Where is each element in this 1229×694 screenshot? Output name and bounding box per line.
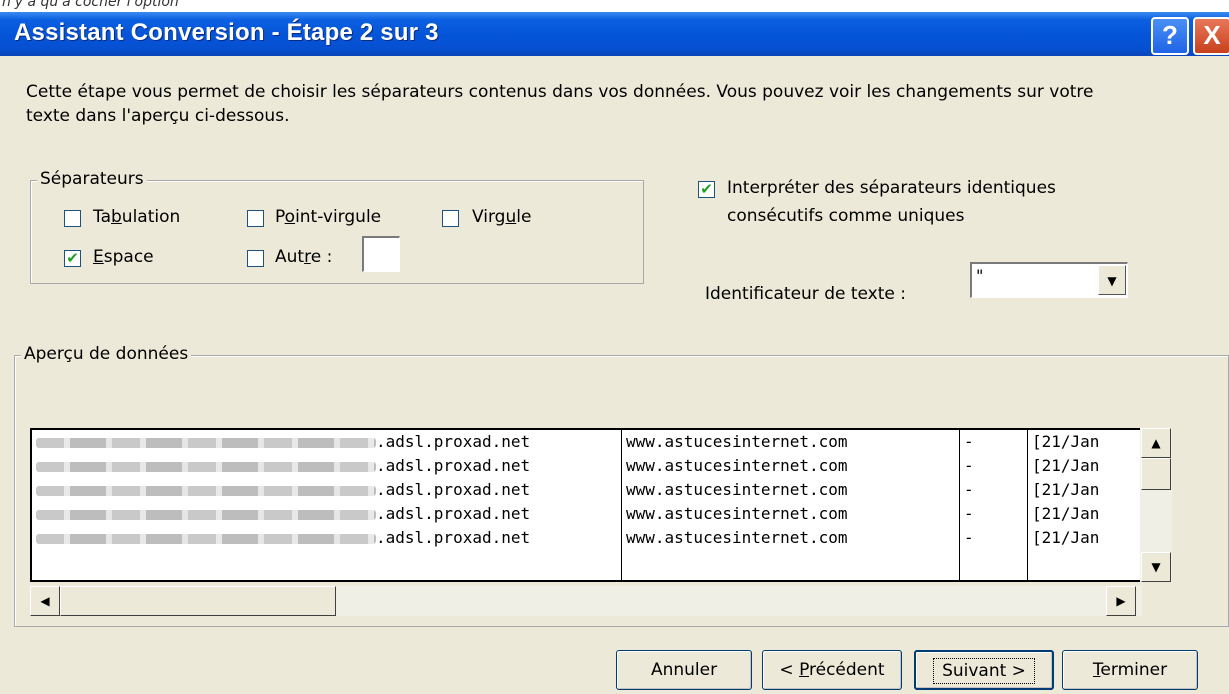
scroll-up-icon[interactable]: ▲ [1141,428,1171,458]
chevron-down-icon[interactable]: ▼ [1098,265,1126,295]
window-title: Assistant Conversion - Étape 2 sur 3 [14,19,439,46]
scroll-left-icon[interactable]: ◀ [30,586,60,616]
preview-column-dash[interactable]: - - - - - [960,430,1028,580]
step-description: Cette étape vous permet de choisir les s… [26,82,1094,126]
tabulation-checkbox[interactable] [64,210,81,227]
preview-column-date[interactable]: [21/Jan [21/Jan [21/Jan [21/Jan [21/Jan [1028,430,1140,580]
autre-input[interactable] [362,236,400,272]
table-cell: [21/Jan [1032,504,1100,523]
table-cell: - [964,432,974,451]
table-cell: www.astucesinternet.com [626,480,848,499]
table-row: .adsl.proxad.net [32,502,621,526]
table-row: .adsl.proxad.net [32,526,621,550]
table-row: .adsl.proxad.net [32,430,621,454]
previous-button[interactable]: < Précédent [762,650,902,690]
virgule-checkbox[interactable] [442,210,459,227]
table-cell: [21/Jan [1032,456,1100,475]
blurred-ip [36,509,376,520]
horizontal-scroll-thumb[interactable] [60,586,336,616]
point-virgule-label[interactable]: Point-virgule [275,207,381,227]
scroll-down-icon[interactable]: ▼ [1141,552,1171,582]
vertical-scroll-thumb[interactable] [1141,458,1171,490]
autre-label[interactable]: Autre : [275,247,332,267]
virgule-label[interactable]: Virgule [472,207,531,227]
top-caption-strip: n'y a qu'à cocher l'option [0,0,1229,12]
point-virgule-checkbox[interactable] [247,210,264,227]
espace-checkbox[interactable]: ✔ [64,250,81,267]
top-caption: n'y a qu'à cocher l'option [2,0,179,10]
table-cell: - [964,480,974,499]
separators-group: Séparateurs [30,169,644,284]
help-button[interactable]: ? [1151,17,1189,55]
vertical-scrollbar[interactable]: ▲ ▼ [1140,428,1172,582]
next-button-label: Suivant > [933,658,1035,684]
table-cell: - [964,456,974,475]
close-icon: X [1203,20,1221,50]
espace-label[interactable]: Espace [93,247,154,267]
next-button[interactable]: Suivant > [914,650,1054,690]
table-cell: www.astucesinternet.com [626,528,848,547]
finish-button[interactable]: Terminer [1062,650,1198,690]
close-button[interactable]: X [1193,17,1229,55]
preview-column-site[interactable]: www.astucesinternet.com www.astucesinter… [622,430,960,580]
tabulation-label[interactable]: Tabulation [93,207,180,227]
table-cell: www.astucesinternet.com [626,432,848,451]
text-qualifier-select[interactable]: " ▼ [970,262,1128,298]
scroll-right-icon[interactable]: ▶ [1106,586,1136,616]
table-row: .adsl.proxad.net [32,454,621,478]
table-cell: - [964,504,974,523]
table-cell: [21/Jan [1032,432,1100,451]
table-cell: [21/Jan [1032,480,1100,499]
autre-checkbox[interactable] [247,250,264,267]
consecutive-checkbox[interactable]: ✔ [698,181,715,198]
cancel-button[interactable]: Annuler [616,650,752,690]
consecutive-label-line2[interactable]: consécutifs comme uniques [727,206,964,226]
table-cell: www.astucesinternet.com [626,456,848,475]
blurred-ip [36,533,376,544]
consecutive-label-line1[interactable]: Interpréter des séparateurs identiques [727,178,1056,198]
title-bar: Assistant Conversion - Étape 2 sur 3 ? X [0,12,1229,56]
text-qualifier-label: Identificateur de texte : [705,284,906,304]
table-cell: - [964,528,974,547]
table-cell: www.astucesinternet.com [626,504,848,523]
text-qualifier-value: " [976,266,984,285]
preview-group-label: Aperçu de données [21,344,192,364]
data-preview: .adsl.proxad.net .adsl.proxad.net .adsl.… [30,428,1142,582]
blurred-ip [36,485,376,496]
blurred-ip [36,461,376,472]
help-icon: ? [1162,20,1178,50]
table-row: .adsl.proxad.net [32,478,621,502]
table-cell: [21/Jan [1032,528,1100,547]
horizontal-scrollbar[interactable]: ◀ ▶ [30,586,1142,616]
blurred-ip [36,437,376,448]
preview-column-host[interactable]: .adsl.proxad.net .adsl.proxad.net .adsl.… [32,430,622,580]
separators-group-label: Séparateurs [37,169,147,189]
